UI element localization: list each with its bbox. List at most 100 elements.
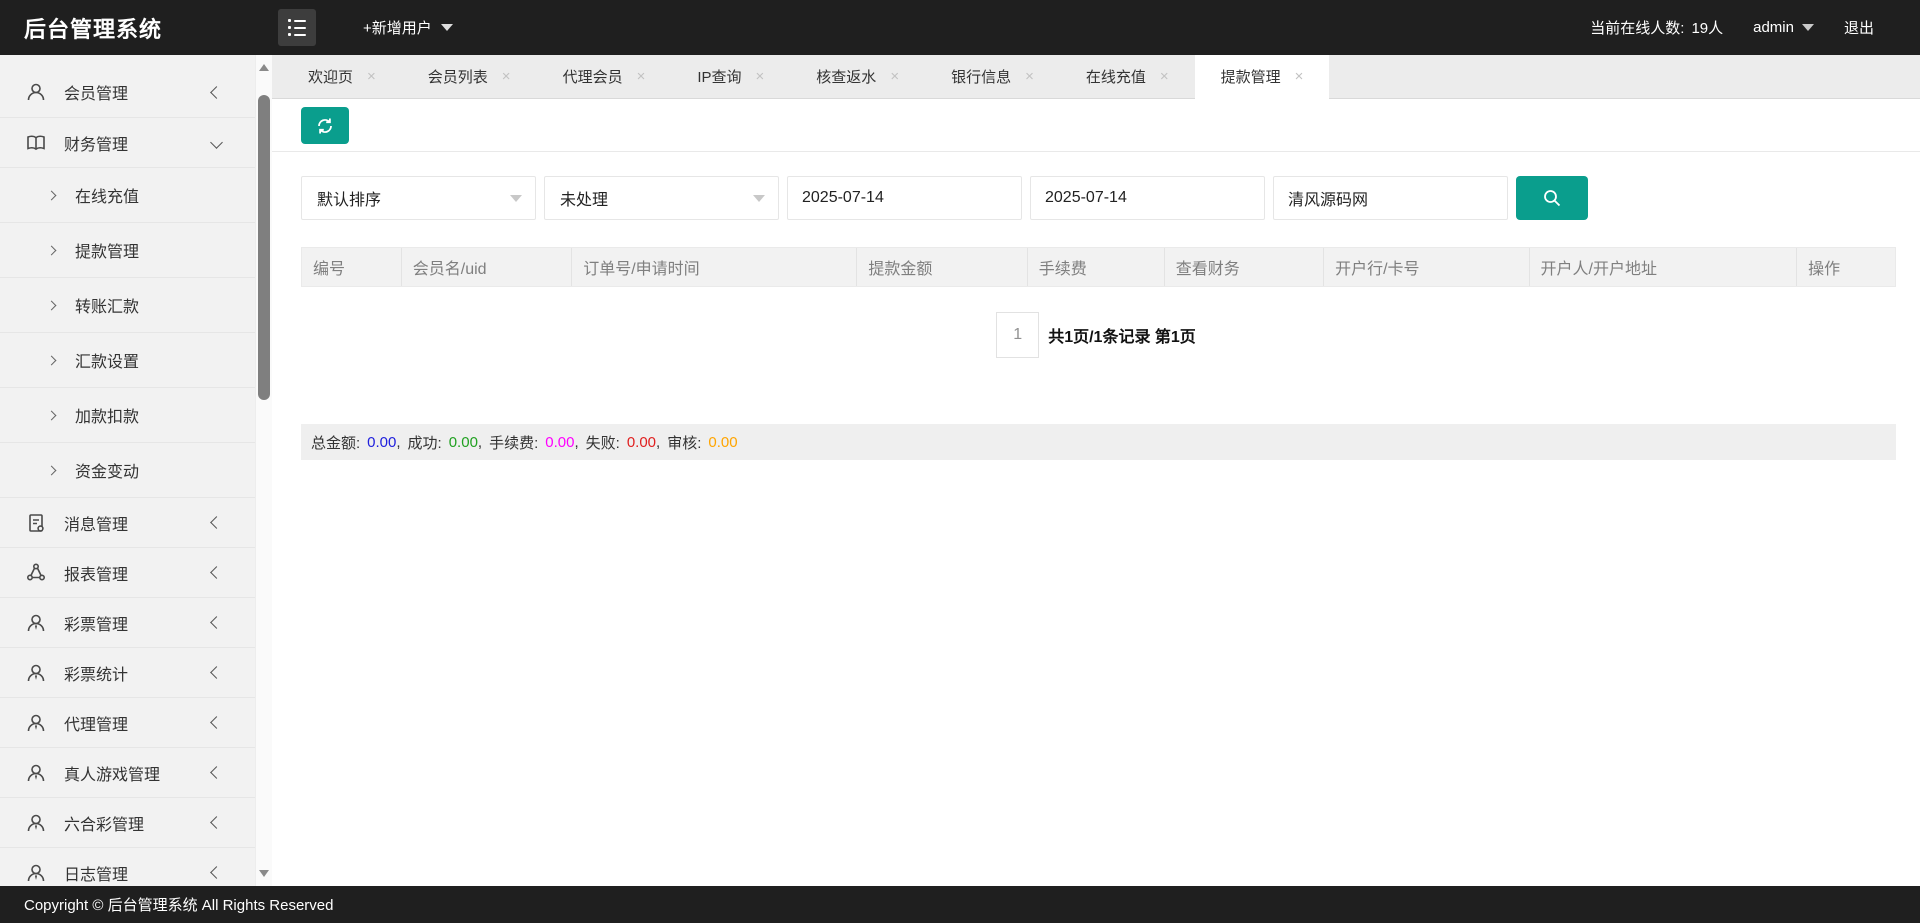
user-tie-icon	[24, 811, 48, 835]
user-icon	[24, 80, 48, 104]
chevron-left-icon	[210, 866, 223, 879]
tab-withdraw-mgmt-active[interactable]: 提款管理 ×	[1194, 55, 1330, 120]
col-header-withdraw-amount: 提款金额	[856, 248, 1026, 286]
user-tie-icon	[24, 661, 48, 685]
chevron-right-icon	[46, 300, 57, 310]
chevron-left-icon	[210, 516, 223, 529]
footer: Copyright © 后台管理系统 All Rights Reserved	[0, 886, 1920, 923]
chevron-left-icon	[210, 566, 223, 579]
tab-agent-member[interactable]: 代理会员 ×	[537, 55, 672, 98]
col-header-order-time: 订单号/申请时间	[571, 248, 856, 286]
chevron-right-icon	[46, 355, 57, 365]
filter-bar: 默认排序 未处理	[301, 176, 1896, 220]
tab-rebate-check[interactable]: 核查返水 ×	[790, 55, 925, 98]
search-button[interactable]	[1516, 176, 1588, 220]
sidebar-subitem-withdraw-mgmt[interactable]: 提款管理	[0, 222, 255, 277]
keyword-input[interactable]	[1273, 176, 1508, 220]
close-icon[interactable]: ×	[637, 68, 646, 85]
sidebar-subitem-fund-changes[interactable]: 资金变动	[0, 442, 255, 497]
chevron-left-icon	[210, 816, 223, 829]
refresh-button[interactable]	[301, 107, 349, 144]
admin-dropdown[interactable]: admin	[1753, 19, 1814, 36]
collapse-menu-button[interactable]	[278, 9, 316, 46]
close-icon[interactable]: ×	[1160, 68, 1169, 85]
summary-success-label: 成功:	[407, 434, 442, 452]
col-header-id: 编号	[313, 261, 346, 278]
sort-select[interactable]: 默认排序	[301, 176, 536, 220]
col-header-bank-card: 开户行/卡号	[1323, 248, 1528, 286]
add-user-dropdown[interactable]: +新增用户	[363, 0, 453, 55]
tab-ip-query[interactable]: IP查询 ×	[671, 55, 790, 98]
main-content: 欢迎页 × 会员列表 × 代理会员 × IP查询 × 核查返水 × 银行信息 ×…	[272, 55, 1920, 886]
scroll-up-icon[interactable]	[259, 64, 269, 71]
tab-welcome[interactable]: 欢迎页 ×	[282, 55, 402, 98]
page-number-button[interactable]: 1	[996, 312, 1040, 358]
sidebar-scrollbar[interactable]	[255, 55, 272, 886]
close-icon[interactable]: ×	[890, 68, 899, 85]
sidebar-subitem-remit-settings[interactable]: 汇款设置	[0, 332, 255, 387]
chevron-down-icon	[753, 195, 765, 202]
chevron-left-icon	[210, 766, 223, 779]
sidebar-item-lottery-stats[interactable]: 彩票统计	[0, 647, 255, 697]
toolbar	[272, 99, 1920, 152]
online-count: 当前在线人数: 19人	[1590, 20, 1724, 37]
tab-member-list[interactable]: 会员列表 ×	[402, 55, 537, 98]
copyright-text: Copyright © 后台管理系统 All Rights Reserved	[24, 897, 334, 914]
chevron-left-icon	[210, 85, 223, 99]
summary-failed-label: 失败:	[585, 434, 620, 452]
sidebar-item-member-mgmt[interactable]: 会员管理	[0, 67, 255, 117]
scrollbar-thumb[interactable]	[258, 95, 270, 400]
pagination-info: 共1页/1条记录 第1页	[1048, 329, 1196, 346]
chevron-right-icon	[46, 245, 57, 255]
close-icon[interactable]: ×	[1025, 68, 1034, 85]
chevron-down-icon	[440, 24, 453, 31]
date-to-input[interactable]	[1030, 176, 1265, 220]
sidebar-subitem-add-deduct-funds[interactable]: 加款扣款	[0, 387, 255, 442]
finance-book-icon	[24, 131, 48, 155]
report-share-icon	[24, 561, 48, 585]
tab-online-recharge[interactable]: 在线充值 ×	[1060, 55, 1195, 98]
status-select[interactable]: 未处理	[544, 176, 779, 220]
chevron-right-icon	[46, 410, 57, 420]
logout-button[interactable]: 退出	[1844, 17, 1874, 38]
user-tie-icon	[24, 711, 48, 735]
user-tie-icon	[24, 611, 48, 635]
close-icon[interactable]: ×	[756, 68, 765, 85]
sidebar-item-finance-mgmt[interactable]: 财务管理	[0, 117, 255, 167]
sidebar-item-lottery-mgmt[interactable]: 彩票管理	[0, 597, 255, 647]
sidebar-item-agent-mgmt[interactable]: 代理管理	[0, 697, 255, 747]
summary-total-label: 总金额:	[311, 434, 361, 452]
close-icon[interactable]: ×	[502, 68, 511, 85]
user-tie-icon	[24, 861, 48, 885]
summary-bar: 总金额: 0.00 , 成功: 0.00 , 手续费: 0.00 , 失败: 0…	[301, 424, 1896, 460]
tab-bank-info[interactable]: 银行信息 ×	[925, 55, 1060, 98]
sidebar-subitem-online-recharge[interactable]: 在线充值	[0, 167, 255, 222]
summary-audit-label: 审核:	[667, 434, 702, 452]
close-icon[interactable]: ×	[1295, 68, 1304, 85]
hamburger-list-icon	[288, 19, 306, 36]
col-header-actions: 操作	[1796, 248, 1895, 286]
date-from-input[interactable]	[787, 176, 1022, 220]
refresh-icon	[315, 116, 335, 136]
chevron-down-icon	[210, 136, 223, 149]
chevron-right-icon	[46, 190, 57, 200]
summary-audit-value: 0.00	[708, 433, 738, 451]
sidebar-item-mark-six-mgmt[interactable]: 六合彩管理	[0, 797, 255, 847]
close-icon[interactable]: ×	[367, 68, 376, 85]
chevron-left-icon	[210, 716, 223, 729]
sidebar-subitem-transfer-remit[interactable]: 转账汇款	[0, 277, 255, 332]
sidebar-item-report-mgmt[interactable]: 报表管理	[0, 547, 255, 597]
admin-username: admin	[1753, 19, 1794, 36]
app-title: 后台管理系统	[24, 16, 163, 42]
add-user-label: +新增用户	[363, 20, 432, 37]
table-header-row: 编号 会员名/uid 订单号/申请时间 提款金额 手续费 查看财务 开户行/卡号…	[301, 247, 1896, 287]
col-header-member-uid: 会员名/uid	[400, 248, 571, 286]
top-bar: 后台管理系统 +新增用户 当前在线人数: 19人 admin 退出	[0, 0, 1920, 55]
sidebar-item-log-mgmt[interactable]: 日志管理	[0, 847, 255, 886]
scroll-down-icon[interactable]	[259, 870, 269, 877]
search-icon	[1541, 187, 1563, 209]
sidebar-item-message-mgmt[interactable]: 消息管理	[0, 497, 255, 547]
sidebar-item-live-game-mgmt[interactable]: 真人游戏管理	[0, 747, 255, 797]
chevron-down-icon	[510, 195, 522, 202]
col-header-fee: 手续费	[1026, 248, 1164, 286]
